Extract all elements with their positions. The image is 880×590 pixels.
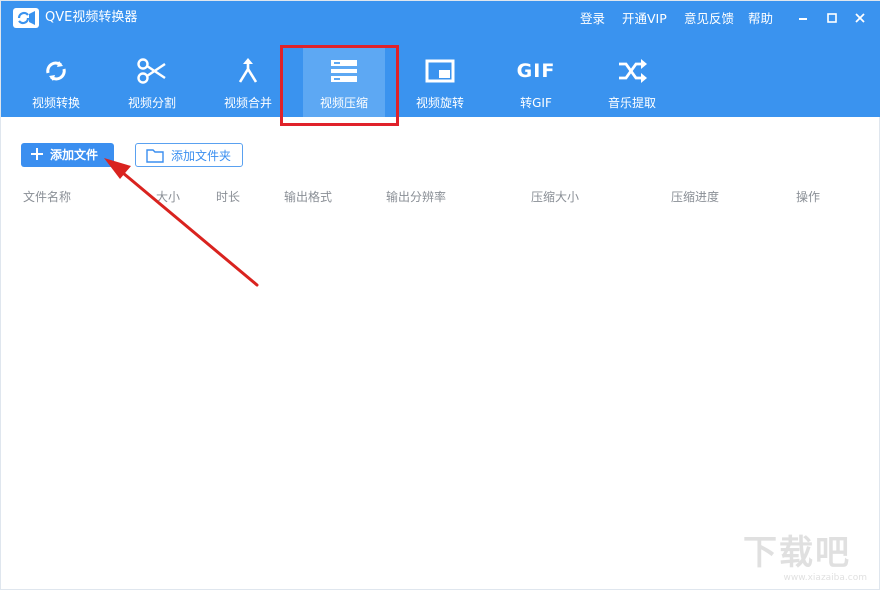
column-header: 时长 [216, 190, 241, 204]
tab-label: 转GIF [520, 96, 552, 110]
app-window: QVE视频转换器 登录 开通VIP 意见反馈 帮助 视频转换 视频分割 视频合并… [0, 0, 880, 590]
login-link[interactable]: 登录 [580, 10, 605, 28]
tab-video-convert[interactable]: 视频转换 [15, 45, 97, 117]
compress-icon [331, 60, 357, 82]
toolbar: 视频转换 视频分割 视频合并 视频压缩 视频旋转 GIF 转GIF 音乐提取 [1, 45, 880, 117]
title-bar: QVE视频转换器 登录 开通VIP 意见反馈 帮助 [1, 1, 880, 35]
tab-label: 视频转换 [31, 96, 80, 110]
tab-video-rotate[interactable]: 视频旋转 [399, 45, 481, 117]
add-file-button[interactable]: 添加文件 [21, 143, 114, 167]
add-file-label: 添加文件 [50, 148, 99, 162]
column-header: 大小 [156, 190, 181, 204]
gif-icon: GIF [516, 60, 556, 82]
tab-label: 视频合并 [223, 96, 272, 110]
rotate-icon [425, 59, 455, 83]
tab-label: 视频压缩 [319, 96, 368, 110]
scissors-icon [137, 58, 166, 84]
tab-to-gif[interactable]: GIF 转GIF [495, 45, 577, 117]
tab-label: 视频旋转 [415, 96, 464, 110]
feedback-link[interactable]: 意见反馈 [684, 10, 734, 28]
maximize-icon[interactable] [825, 11, 839, 25]
tab-label: 音乐提取 [607, 96, 656, 110]
tab-video-compress[interactable]: 视频压缩 [303, 45, 385, 117]
vip-link[interactable]: 开通VIP [622, 10, 667, 28]
app-logo-icon [13, 8, 39, 28]
minimize-icon[interactable] [796, 11, 810, 25]
refresh-icon [46, 61, 66, 81]
add-folder-button[interactable]: 添加文件夹 [135, 143, 243, 167]
column-header: 压缩大小 [531, 190, 580, 204]
tab-video-merge[interactable]: 视频合并 [207, 45, 289, 117]
plus-icon [31, 148, 43, 160]
column-header: 文件名称 [23, 190, 72, 204]
tab-label: 视频分割 [127, 96, 176, 110]
watermark-text: 下载吧 [743, 533, 851, 573]
folder-icon [146, 149, 164, 163]
merge-icon [238, 58, 258, 83]
watermark-url: www.xiazaiba.com [783, 573, 867, 583]
add-folder-label: 添加文件夹 [171, 149, 232, 163]
header: QVE视频转换器 登录 开通VIP 意见反馈 帮助 视频转换 视频分割 视频合并… [1, 1, 880, 117]
column-header: 操作 [796, 190, 821, 204]
column-header: 输出分辨率 [386, 190, 447, 204]
column-header: 输出格式 [284, 190, 333, 204]
tab-audio-extract[interactable]: 音乐提取 [591, 45, 673, 117]
shuffle-icon [619, 59, 647, 83]
app-title: QVE视频转换器 [45, 10, 138, 25]
tab-video-split[interactable]: 视频分割 [111, 45, 193, 117]
column-header: 压缩进度 [671, 190, 720, 204]
help-link[interactable]: 帮助 [748, 10, 773, 28]
watermark-logo: 下载吧 www.xiazaiba.com [743, 533, 869, 583]
close-icon[interactable] [853, 11, 867, 25]
